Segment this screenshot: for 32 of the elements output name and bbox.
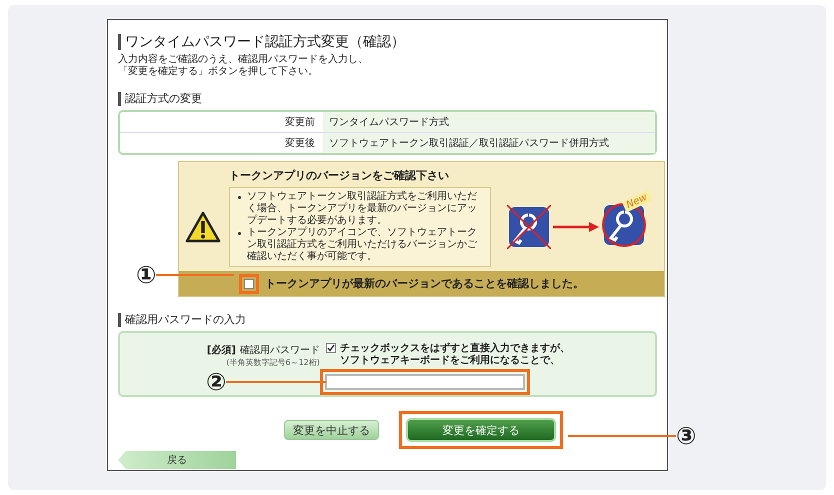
bullet-icon (238, 196, 241, 199)
checkbox-label: ソフトウェアキーボードをご利用になることで、 (340, 355, 561, 367)
notice-text: ソフトウェアトークン取引認証方式をご利用いただく場合、トークンアプリを最新のバージョンにアップデートする必要があります。 (247, 191, 478, 226)
callout-number: ② (206, 369, 226, 395)
field-hint: (半角英数字記号6～12桁) (226, 357, 320, 368)
row-label: 変更後 (284, 136, 316, 150)
callout-number: ① (136, 262, 156, 288)
checkbox-label: トークンアプリが最新のバージョンであることを確認しました。 (265, 276, 584, 291)
row-value: ソフトウェアトークン取引認証／取引認証パスワード併用方式 (323, 133, 655, 153)
field-label: 確認用パスワード (240, 344, 320, 357)
instruction-text: 入力内容をご確認のうえ、確認用パスワードを入力し、 (118, 54, 368, 66)
section-heading: 確認用パスワードの入力 (118, 313, 246, 327)
checkbox-label: チェックボックスをはずすと直接入力できますが、 (340, 343, 570, 354)
password-field[interactable] (325, 374, 525, 390)
required-tag: [必須] (206, 343, 236, 357)
section-heading: 認証方式の変更 (118, 92, 202, 106)
row-label: 変更前 (284, 116, 316, 129)
row-value: ワンタイムパスワード方式 (323, 112, 655, 132)
checkbox[interactable] (326, 343, 336, 353)
arrow-icon (553, 221, 599, 233)
back-button[interactable]: 戻る (118, 451, 236, 469)
instruction-text: 「変更を確定する」ボタンを押して下さい。 (118, 66, 318, 78)
page-title: ワンタイムパスワード認証方式変更（確認） (118, 34, 405, 50)
notice-title: トークンアプリのバージョンをご確認下さい (229, 168, 450, 183)
confirm-button[interactable]: 変更を確定する (406, 418, 556, 442)
cancel-button[interactable]: 変更を中止する (284, 420, 379, 440)
bullet-icon (238, 232, 241, 235)
crossed-key-app-icon (507, 205, 551, 249)
checkbox[interactable] (244, 278, 254, 288)
callout-number: ③ (676, 423, 696, 449)
warning-icon (185, 211, 221, 243)
notice-text: トークンアプリのアイコンで、ソフトウェアトークン取引認証方式をご利用いただけるバージョンかご確認いただく事が可能です。 (247, 227, 478, 263)
